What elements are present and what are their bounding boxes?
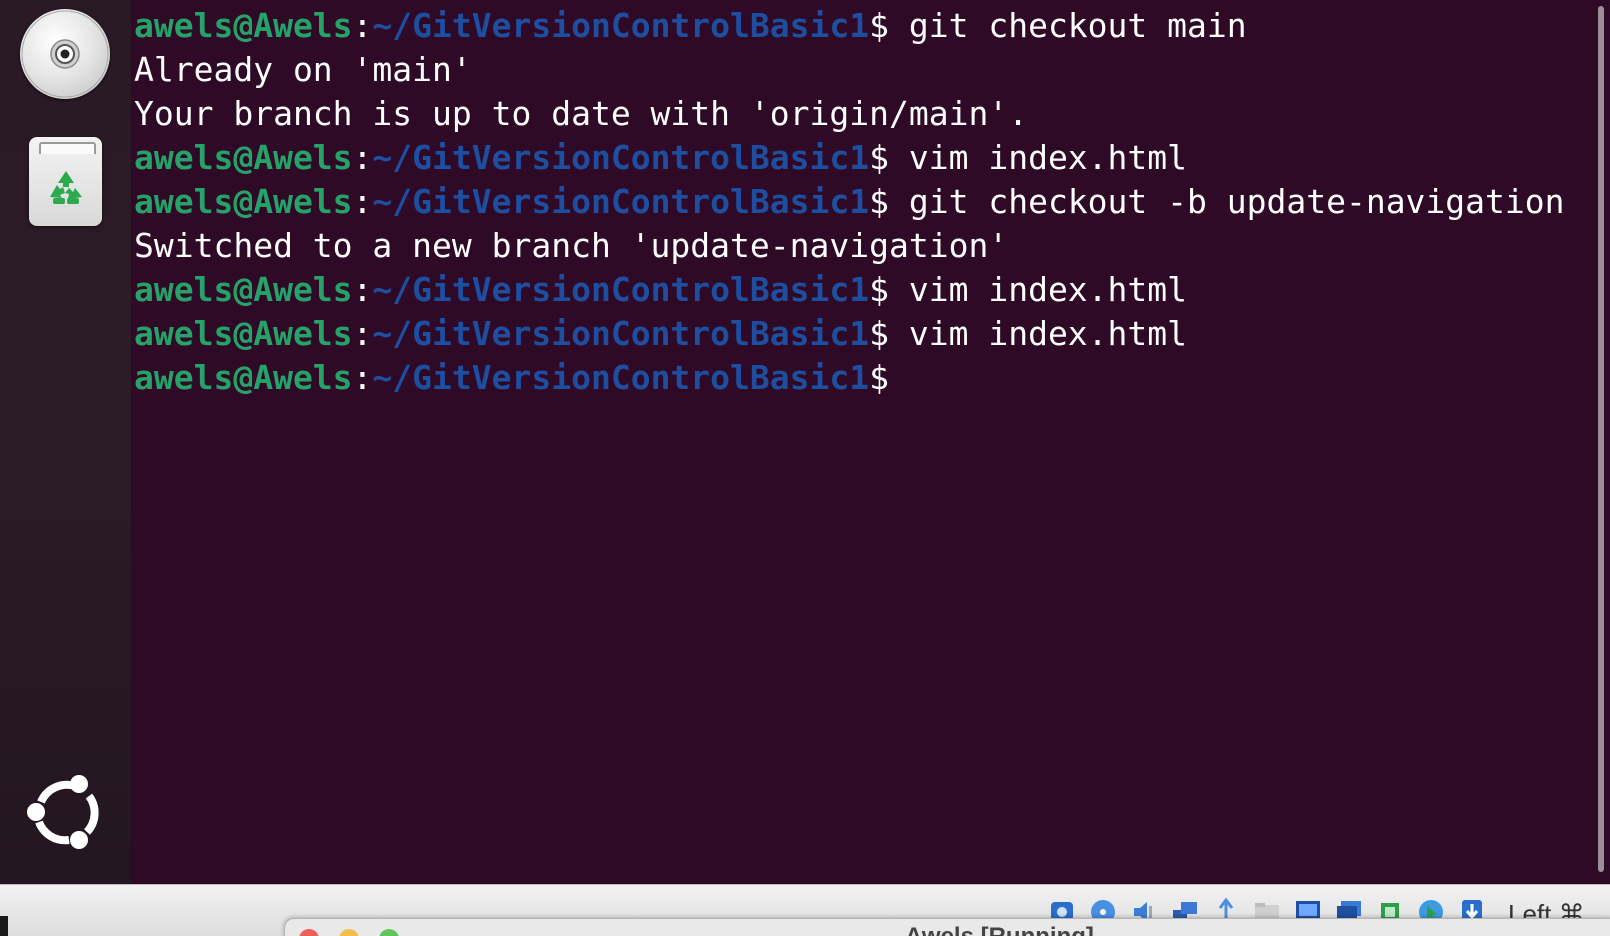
terminal-prompt-line: awels@Awels:~/GitVersionControlBasic1$ v…: [134, 268, 1565, 312]
prompt-symbol: $: [869, 138, 889, 177]
close-window-button[interactable]: [299, 929, 319, 936]
prompt-separator: :: [352, 270, 373, 309]
prompt-separator: :: [352, 6, 373, 45]
terminal-output: awels@Awels:~/GitVersionControlBasic1$ g…: [134, 4, 1565, 400]
ubuntu-dock: [0, 0, 131, 884]
terminal-prompt-line: awels@Awels:~/GitVersionControlBasic1$ v…: [134, 136, 1565, 180]
prompt-symbol: $: [869, 6, 889, 45]
prompt-symbol: $: [869, 314, 889, 353]
terminal-output-line: Already on 'main': [134, 50, 472, 89]
terminal-window[interactable]: awels@Awels:~/GitVersionControlBasic1$ g…: [131, 0, 1593, 884]
terminal-output-line: Switched to a new branch 'update-navigat…: [134, 226, 1009, 265]
prompt-user: awels@Awels: [134, 358, 353, 397]
terminal-prompt-line: awels@Awels:~/GitVersionControlBasic1$ g…: [134, 4, 1565, 48]
terminal-prompt-line: awels@Awels:~/GitVersionControlBasic1$ v…: [134, 312, 1565, 356]
prompt-path: ~/GitVersionControlBasic1: [372, 270, 870, 309]
screen: awels@Awels:~/GitVersionControlBasic1$ g…: [0, 0, 1610, 936]
trash-lid: [39, 142, 96, 154]
prompt-separator: :: [352, 138, 373, 177]
prompt-command: vim index.html: [889, 314, 1188, 353]
prompt-path: ~/GitVersionControlBasic1: [372, 358, 870, 397]
prompt-symbol: $: [869, 358, 889, 397]
prompt-command: vim index.html: [889, 270, 1188, 309]
zoom-window-button[interactable]: [379, 929, 399, 936]
scrollbar-thumb[interactable]: [1598, 6, 1604, 872]
prompt-command: git checkout main: [889, 6, 1247, 45]
prompt-user: awels@Awels: [134, 314, 353, 353]
prompt-symbol: $: [869, 182, 889, 221]
prompt-user: awels@Awels: [134, 270, 353, 309]
disc-icon[interactable]: [20, 9, 110, 99]
prompt-user: awels@Awels: [134, 138, 353, 177]
prompt-separator: :: [352, 314, 373, 353]
minimize-window-button[interactable]: [339, 929, 359, 936]
terminal-output-line: Your branch is up to date with 'origin/m…: [134, 94, 1029, 133]
prompt-command: git checkout -b update-navigation: [889, 182, 1565, 221]
host-window-title: Awels [Running]: [905, 923, 1094, 936]
recycle-icon[interactable]: [29, 137, 102, 226]
prompt-separator: :: [352, 182, 373, 221]
prompt-user: awels@Awels: [134, 182, 353, 221]
prompt-path: ~/GitVersionControlBasic1: [372, 138, 870, 177]
host-window-edge: [0, 916, 8, 936]
prompt-command: vim index.html: [889, 138, 1188, 177]
prompt-path: ~/GitVersionControlBasic1: [372, 314, 870, 353]
terminal-prompt-line: awels@Awels:~/GitVersionControlBasic1$: [134, 356, 1565, 400]
prompt-user: awels@Awels: [134, 6, 353, 45]
prompt-symbol: $: [869, 270, 889, 309]
prompt-path: ~/GitVersionControlBasic1: [372, 6, 870, 45]
terminal-prompt-line: awels@Awels:~/GitVersionControlBasic1$ g…: [134, 180, 1565, 224]
prompt-path: ~/GitVersionControlBasic1: [372, 182, 870, 221]
prompt-separator: :: [352, 358, 373, 397]
ubuntu-logo-icon[interactable]: [25, 772, 105, 852]
terminal-scrollbar[interactable]: [1593, 0, 1610, 884]
host-window-titlebar: Awels [Running]: [284, 918, 1610, 936]
